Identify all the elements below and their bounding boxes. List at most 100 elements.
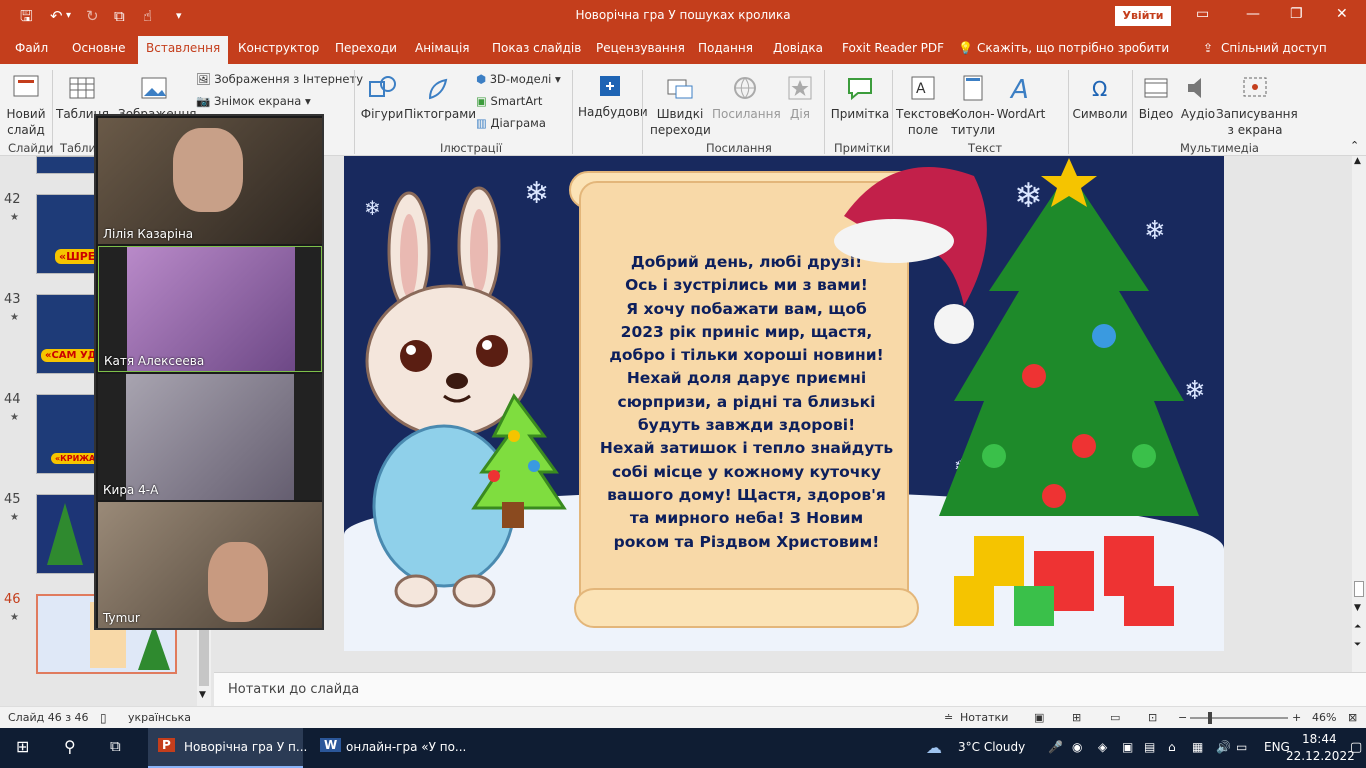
tab-file[interactable]: Файл [15, 41, 48, 55]
collapse-ribbon-icon[interactable]: ⌃ [1350, 139, 1359, 152]
network-icon[interactable]: ⌂ [1168, 740, 1176, 754]
spellcheck-icon[interactable]: ▯ [100, 711, 107, 725]
notifications-icon[interactable]: ▢ [1350, 740, 1362, 755]
search-icon[interactable]: ⚲ [64, 737, 76, 756]
tab-transitions[interactable]: Переходи [335, 41, 397, 55]
action-star-icon [788, 76, 812, 100]
ribbon-tabs: Файл Основне Вставлення Конструктор Пере… [0, 32, 1366, 64]
normal-view-icon[interactable]: ▣ [1034, 711, 1044, 724]
group-links: Посилання [706, 141, 772, 155]
3d-models-button[interactable]: ⬢ 3D-моделі ▾ [476, 72, 561, 86]
addins-button[interactable]: Надбудови [578, 70, 648, 120]
online-images-button[interactable]: 🖼 Зображення з Інтернету [196, 72, 363, 86]
tab-view[interactable]: Подання [698, 41, 753, 55]
taskbar-app-word[interactable]: W онлайн-гра «У по... [310, 728, 466, 768]
screen-record-button[interactable]: Записування з екрана [1216, 72, 1298, 138]
zoom-level[interactable]: 46% [1312, 711, 1336, 724]
tray-app-icon[interactable]: ▦ [1192, 740, 1203, 754]
table-icon [69, 77, 95, 99]
participant-video [173, 128, 243, 212]
zoom-out-icon[interactable]: − [1178, 711, 1187, 724]
chart-button[interactable]: ▥ Діаграма [476, 116, 546, 130]
slide-number: 43 [4, 292, 21, 307]
next-slide-icon[interactable]: ⏷ [1354, 640, 1361, 650]
zoom-slider-thumb[interactable] [1208, 712, 1212, 724]
link-button[interactable]: Посилання [712, 72, 781, 122]
wordart-label: WordArt [996, 107, 1046, 121]
share-button[interactable]: Спільний доступ [1221, 41, 1327, 55]
smartart-button[interactable]: ▣ SmartArt [476, 94, 542, 108]
clock-date[interactable]: 22.12.2022 [1286, 749, 1355, 763]
greeting-line: вашого дому! Щастя, здоров'я [607, 485, 886, 504]
zoom-slider[interactable] [1190, 712, 1288, 724]
participant-tile[interactable]: Кира 4-А [98, 374, 322, 500]
windows-start-icon[interactable]: ⊞ [16, 737, 29, 756]
action-button[interactable]: Дія [782, 72, 818, 122]
pictograms-button[interactable]: Піктограми [404, 72, 476, 122]
slideshow-view-icon[interactable]: ⊡ [1148, 711, 1157, 724]
volume-icon[interactable]: 🔊 [1216, 740, 1231, 754]
signin-button[interactable]: Увійти [1115, 6, 1171, 26]
tab-design[interactable]: Конструктор [238, 41, 319, 55]
tab-home[interactable]: Основне [72, 41, 126, 55]
greeting-line: собі місце у кожному куточку [611, 462, 882, 481]
participant-tile[interactable]: Катя Алексеева [98, 246, 322, 372]
smartart-label: SmartArt [490, 94, 543, 108]
link-icon [734, 77, 756, 99]
participant-video [208, 542, 268, 622]
audio-button[interactable]: Аудіо [1178, 72, 1218, 122]
participant-video [126, 374, 294, 500]
vpn-icon[interactable]: ◈ [1098, 740, 1107, 754]
tab-insert[interactable]: Вставлення [138, 36, 229, 64]
tray-app-icon[interactable]: ▤ [1144, 740, 1155, 754]
tab-foxit[interactable]: Foxit Reader PDF [842, 41, 944, 55]
reading-view-icon[interactable]: ▭ [1110, 711, 1120, 724]
tab-help[interactable]: Довідка [773, 41, 823, 55]
slide-sorter-icon[interactable]: ⊞ [1072, 711, 1081, 724]
svg-text:A: A [1009, 75, 1029, 104]
tab-slideshow[interactable]: Показ слайдів [492, 41, 581, 55]
zoom-in-icon[interactable]: + [1292, 711, 1301, 724]
zoom-app-icon[interactable]: ◉ [1072, 740, 1082, 754]
scroll-down-icon[interactable]: ▼ [1354, 603, 1361, 613]
battery-icon[interactable]: ▭ [1236, 740, 1247, 754]
cube-icon: ⬢ [476, 72, 487, 86]
shapes-button[interactable]: Фігури [360, 72, 404, 122]
video-button[interactable]: Відео [1136, 72, 1176, 122]
textbox-button[interactable]: A Текстове поле [896, 72, 953, 138]
tellme-input[interactable]: Скажіть, що потрібно зробити [977, 41, 1169, 55]
slide-editor: ❄ ❄ ❄ ❄ ❄ ❄ ❄ Добр [214, 156, 1366, 672]
taskbar-app-powerpoint[interactable]: P Новорічна гра У п... [148, 728, 307, 768]
scroll-down-icon[interactable]: ▼ [199, 690, 206, 700]
fit-slide-icon[interactable]: ⊠ [1348, 711, 1357, 724]
close-icon[interactable]: ✕ [1336, 6, 1348, 22]
comment-button[interactable]: Примітка [830, 72, 890, 122]
scrollbar-thumb[interactable] [1354, 581, 1364, 597]
prev-slide-icon[interactable]: ⏶ [1354, 622, 1361, 632]
minimize-icon[interactable]: — [1246, 6, 1260, 22]
language-indicator[interactable]: українська [128, 711, 191, 724]
notes-toggle-button[interactable]: Нотатки [960, 711, 1008, 724]
header-footer-button[interactable]: Колон-титули [950, 72, 996, 138]
clock-time[interactable]: 18:44 [1302, 732, 1337, 746]
task-view-icon[interactable]: ⧉ [110, 737, 121, 755]
slide-canvas[interactable]: ❄ ❄ ❄ ❄ ❄ ❄ ❄ Добр [344, 156, 1224, 651]
restore-icon[interactable]: ❐ [1290, 6, 1303, 22]
new-slide-button[interactable]: Новий слайд [4, 72, 48, 138]
notes-pane[interactable]: Нотатки до слайда [214, 672, 1366, 706]
slide-scrollbar[interactable]: ▲ ▼ ⏶ ⏷ [1352, 156, 1366, 672]
quick-links-button[interactable]: Швидкі переходи [650, 72, 711, 138]
scroll-up-icon[interactable]: ▲ [1354, 156, 1361, 166]
participant-tile[interactable]: Лілія Казаріна [98, 118, 322, 244]
tray-app-icon[interactable]: ▣ [1122, 740, 1133, 754]
symbols-button[interactable]: Ω Символи [1072, 72, 1128, 122]
microphone-icon[interactable]: 🎤 [1048, 740, 1063, 754]
new-slide-label: Новий слайд [6, 107, 46, 137]
tab-review[interactable]: Рецензування [596, 41, 685, 55]
screenshot-button[interactable]: 📷 Знімок екрана ▾ [196, 94, 311, 108]
participant-tile[interactable]: Tymur [98, 502, 322, 628]
tab-animation[interactable]: Анімація [415, 41, 470, 55]
wordart-button[interactable]: A WordArt [996, 72, 1046, 122]
weather-text[interactable]: 3°C Cloudy [958, 740, 1025, 754]
ribbon-display-icon[interactable]: ▭ [1196, 6, 1209, 22]
